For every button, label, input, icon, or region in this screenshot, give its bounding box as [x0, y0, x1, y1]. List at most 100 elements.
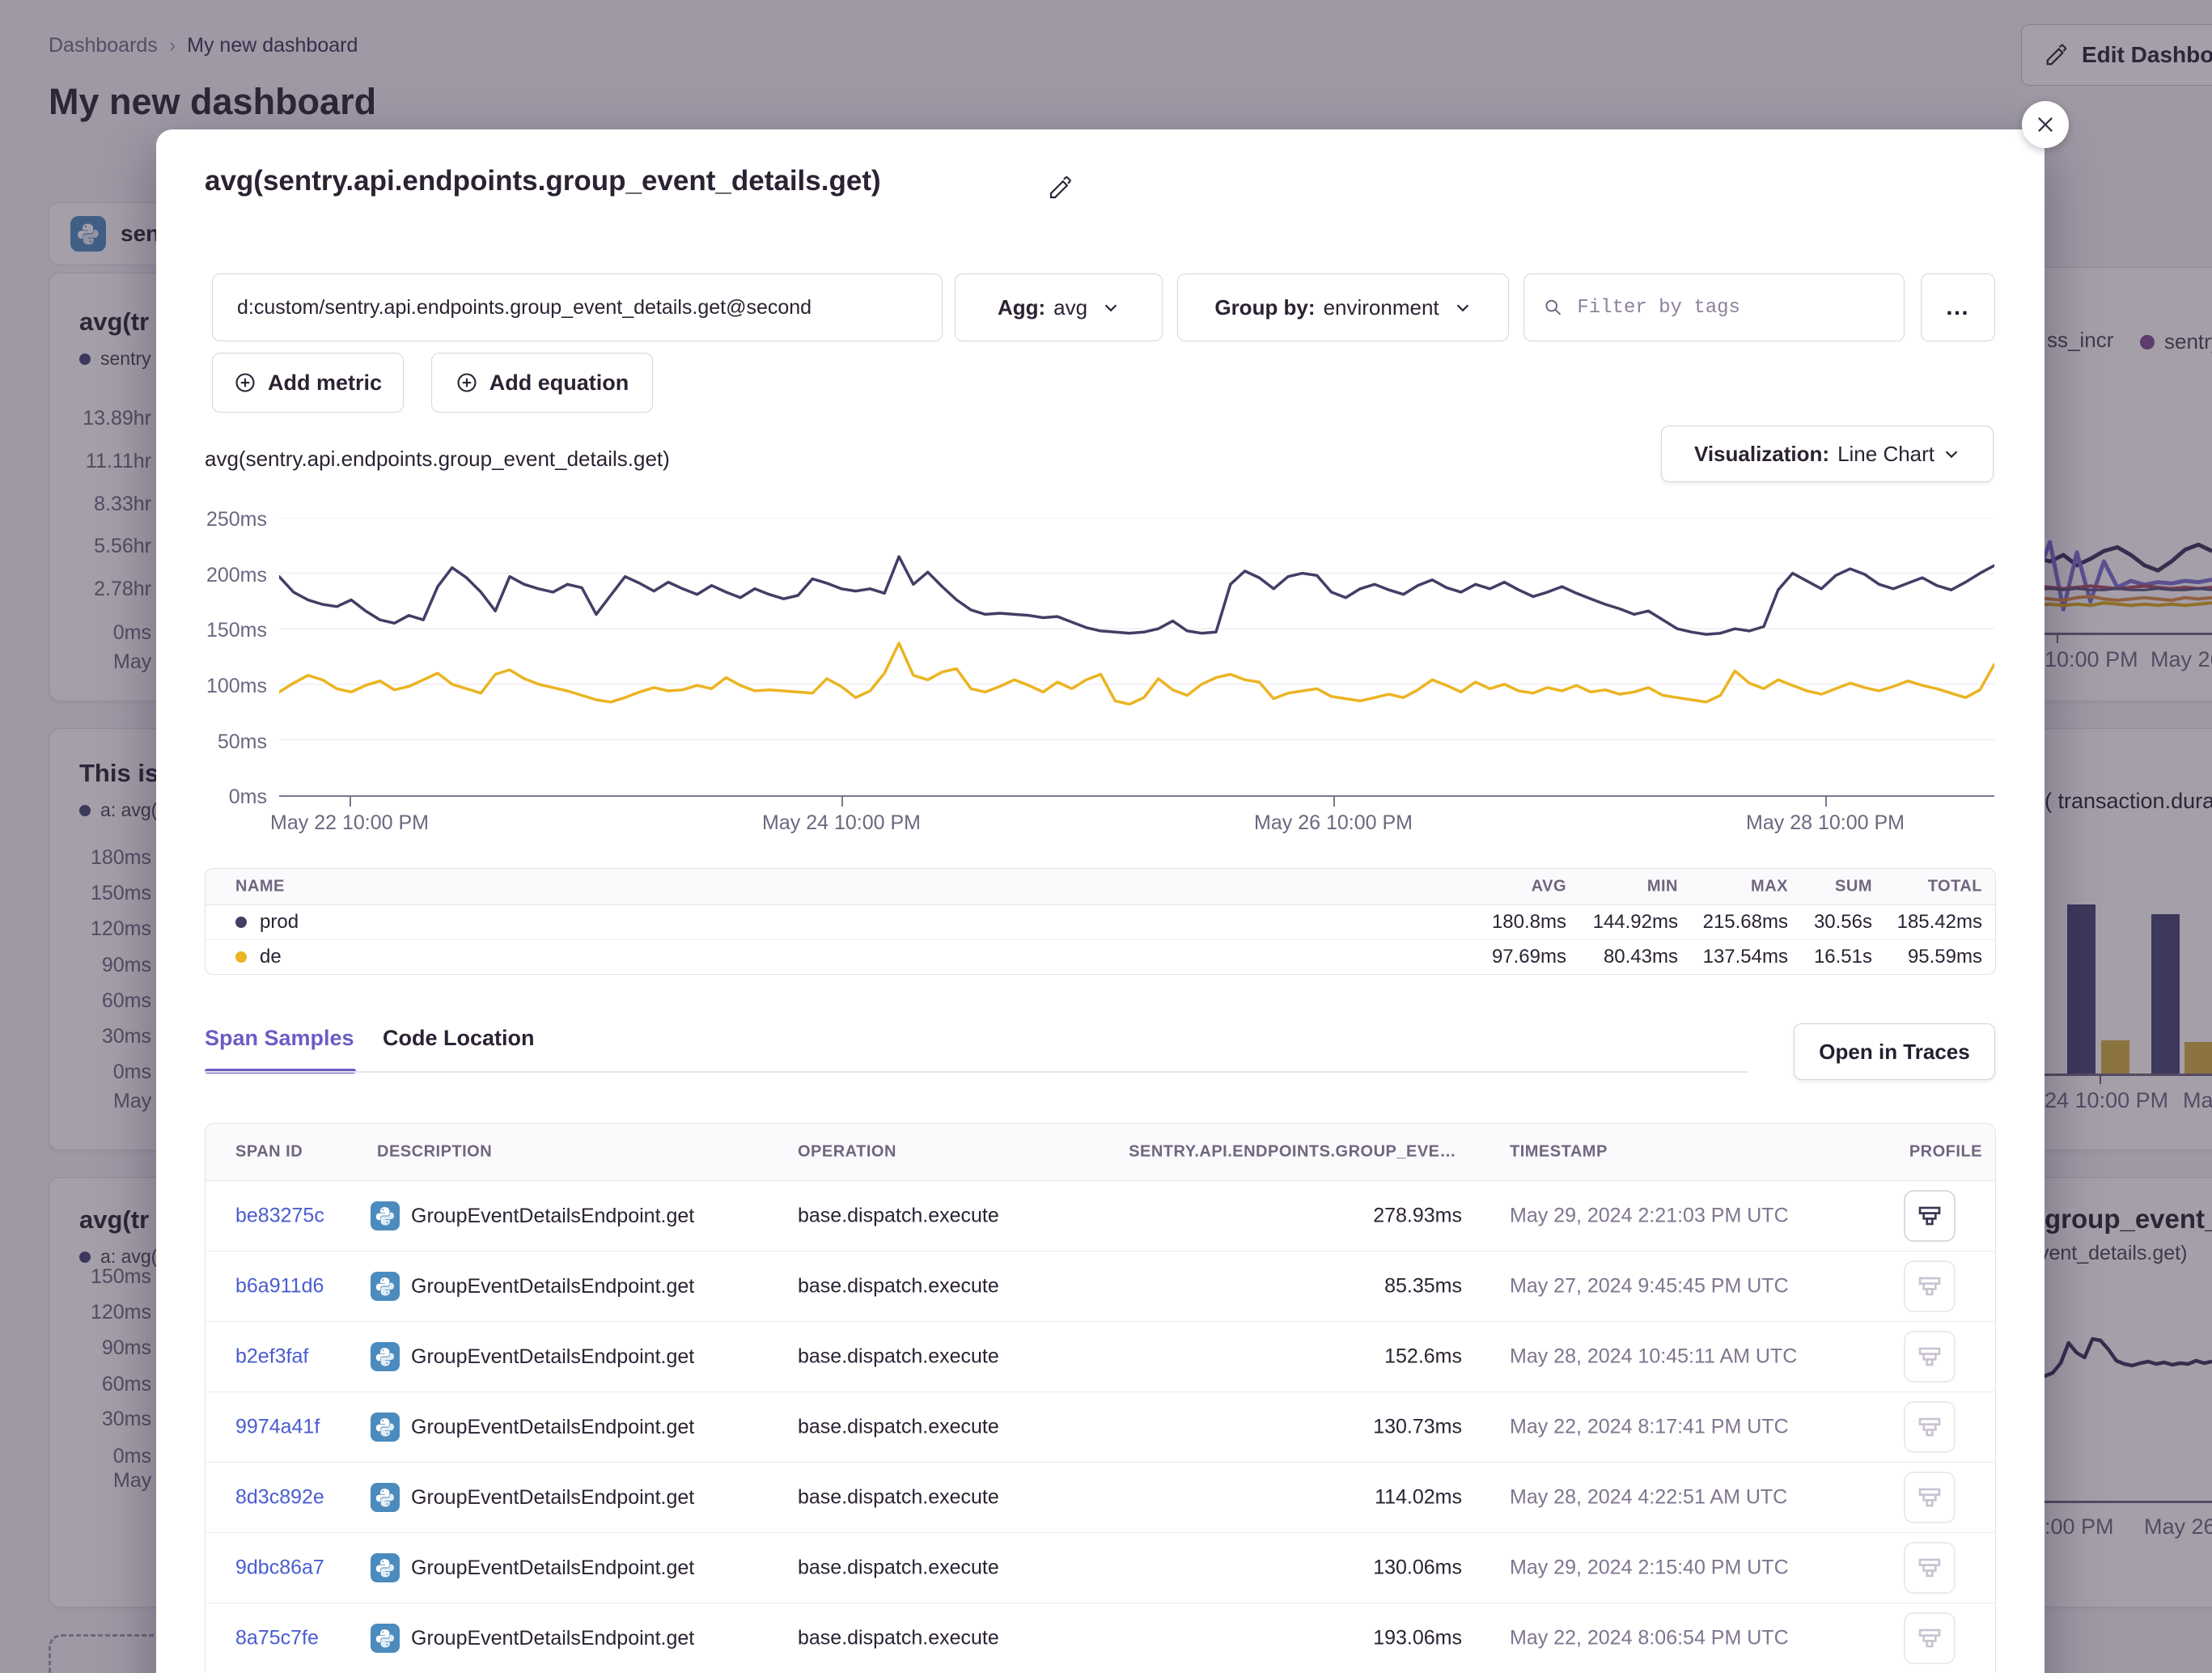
search-icon [1544, 297, 1562, 318]
summary-header: MIN [1647, 878, 1678, 896]
samples-header: OPERATION [798, 1143, 896, 1162]
chevron-down-icon [1943, 445, 1960, 463]
span-operation: base.dispatch.execute [798, 1627, 999, 1650]
span-operation: base.dispatch.execute [798, 1275, 999, 1298]
span-operation: base.dispatch.execute [798, 1557, 999, 1580]
add-metric-button[interactable]: Add metric [212, 353, 404, 413]
samples-header: SPAN ID [235, 1143, 303, 1162]
tab-span-samples[interactable]: Span Samples [205, 1026, 354, 1051]
profile-button[interactable] [1904, 1401, 1956, 1453]
profile-button[interactable] [1904, 1331, 1956, 1383]
span-id-link[interactable]: be83275c [235, 1205, 324, 1228]
span-description: GroupEventDetailsEndpoint.get [371, 1624, 694, 1653]
span-description: GroupEventDetailsEndpoint.get [371, 1272, 694, 1301]
span-duration: 152.6ms [1384, 1345, 1462, 1369]
span-duration: 85.35ms [1384, 1275, 1462, 1298]
profile-button[interactable] [1904, 1190, 1956, 1242]
samples-header: SENTRY.API.ENDPOINTS.GROUP_EVE… [1129, 1143, 1456, 1162]
series-dot [235, 951, 247, 963]
samples-header: TIMESTAMP [1510, 1143, 1608, 1162]
plus-circle-icon [234, 371, 256, 394]
filter-by-tags-input[interactable] [1575, 296, 1884, 320]
ellipsis-icon: … [1945, 294, 1971, 321]
summary-header: SUM [1835, 878, 1872, 896]
span-id-link[interactable]: 9dbc86a7 [235, 1557, 324, 1580]
x-axis-tickmark [350, 797, 351, 807]
span-description: GroupEventDetailsEndpoint.get [371, 1413, 694, 1442]
edit-title-pencil-icon[interactable] [1048, 175, 1074, 201]
profile-button[interactable] [1904, 1542, 1956, 1594]
sample-row: b6a911d6 GroupEventDetailsEndpoint.get bas… [206, 1252, 1995, 1322]
x-axis-tickmark [1825, 797, 1827, 807]
summary-header: TOTAL [1928, 878, 1982, 896]
series-dot [235, 917, 247, 928]
span-description: GroupEventDetailsEndpoint.get [371, 1553, 694, 1582]
python-icon [371, 1342, 400, 1371]
sample-row: be83275c GroupEventDetailsEndpoint.get bas… [206, 1181, 1995, 1252]
span-duration: 193.06ms [1373, 1627, 1462, 1650]
close-button[interactable] [2022, 101, 2069, 148]
x-axis-tick: May 26 10:00 PM [1204, 811, 1463, 835]
profile-button[interactable] [1904, 1260, 1956, 1312]
profile-button[interactable] [1904, 1472, 1956, 1523]
profile-icon [1917, 1414, 1943, 1440]
span-timestamp: May 22, 2024 8:06:54 PM UTC [1510, 1627, 1789, 1650]
span-duration: 130.73ms [1373, 1416, 1462, 1439]
summary-row-de[interactable]: de 97.69ms 80.43ms 137.54ms 16.51s 95.59… [206, 940, 1995, 974]
app-root: Dashboards › My new dashboard My new das… [0, 0, 2212, 1673]
span-description: GroupEventDetailsEndpoint.get [371, 1342, 694, 1371]
y-axis-tick: 100ms [162, 675, 267, 698]
span-description: GroupEventDetailsEndpoint.get [371, 1483, 694, 1512]
visualization-dropdown[interactable]: Visualization: Line Chart [1661, 426, 1994, 482]
groupby-dropdown[interactable]: Group by: environment [1177, 273, 1509, 341]
sample-row: 8d3c892e GroupEventDetailsEndpoint.get bas… [206, 1463, 1995, 1533]
summary-header: MAX [1751, 878, 1788, 896]
span-timestamp: May 28, 2024 10:45:11 AM UTC [1510, 1345, 1797, 1369]
add-equation-button[interactable]: Add equation [431, 353, 653, 413]
plus-circle-icon [456, 371, 478, 394]
samples-header: PROFILE [1909, 1143, 1982, 1162]
python-icon [371, 1483, 400, 1512]
profile-icon [1917, 1485, 1943, 1510]
aggregation-dropdown[interactable]: Agg: avg [955, 273, 1163, 341]
span-id-link[interactable]: 8d3c892e [235, 1486, 324, 1510]
open-in-traces-button[interactable]: Open in Traces [1794, 1023, 1995, 1080]
span-id-link[interactable]: b2ef3faf [235, 1345, 308, 1369]
profile-icon [1917, 1555, 1943, 1581]
python-icon [371, 1624, 400, 1653]
span-timestamp: May 29, 2024 2:15:40 PM UTC [1510, 1557, 1789, 1580]
summary-row-prod[interactable]: prod 180.8ms 144.92ms 215.68ms 30.56s 18… [206, 905, 1995, 940]
metric-query-input[interactable] [235, 295, 919, 320]
span-timestamp: May 22, 2024 8:17:41 PM UTC [1510, 1416, 1789, 1439]
span-operation: base.dispatch.execute [798, 1345, 999, 1369]
modal-title: avg(sentry.api.endpoints.group_event_det… [205, 165, 881, 197]
span-operation: base.dispatch.execute [798, 1205, 999, 1228]
sample-row: 8a75c7fe GroupEventDetailsEndpoint.get bas… [206, 1603, 1995, 1673]
filter-by-tags-wrap [1523, 273, 1905, 341]
x-axis-tick: May 24 10:00 PM [712, 811, 971, 835]
y-axis-tick: 0ms [162, 786, 267, 809]
x-axis-tick: May 28 10:00 PM [1696, 811, 1955, 835]
x-axis-tickmark [1333, 797, 1335, 807]
profile-button[interactable] [1904, 1612, 1956, 1664]
x-axis-line [279, 795, 1994, 797]
metric-details-modal: avg(sentry.api.endpoints.group_event_det… [156, 129, 2045, 1673]
series-summary-table: NAME AVG MIN MAX SUM TOTAL prod 180.8ms … [205, 868, 1996, 975]
span-id-link[interactable]: 9974a41f [235, 1416, 320, 1439]
metric-query-input-wrap [212, 273, 943, 341]
chart-series-label: avg(sentry.api.endpoints.group_event_det… [205, 447, 670, 472]
x-axis-tick: May 22 10:00 PM [220, 811, 479, 835]
more-options-button[interactable]: … [1921, 273, 1995, 341]
span-timestamp: May 28, 2024 4:22:51 AM UTC [1510, 1486, 1787, 1510]
profile-icon [1917, 1273, 1943, 1299]
metric-line-chart [279, 518, 1994, 795]
y-axis-tick: 200ms [162, 564, 267, 587]
span-description: GroupEventDetailsEndpoint.get [371, 1201, 694, 1230]
samples-header-row: SPAN ID DESCRIPTION OPERATION SENTRY.API… [206, 1124, 1995, 1181]
span-operation: base.dispatch.execute [798, 1486, 999, 1510]
span-id-link[interactable]: 8a75c7fe [235, 1627, 319, 1650]
chevron-down-icon [1454, 299, 1472, 316]
tab-code-location[interactable]: Code Location [383, 1026, 535, 1051]
x-axis-tickmark [841, 797, 843, 807]
span-id-link[interactable]: b6a911d6 [235, 1275, 324, 1298]
